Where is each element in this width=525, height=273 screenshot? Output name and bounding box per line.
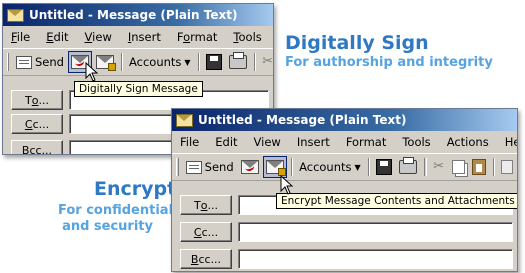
menu-format[interactable]: Format (169, 30, 226, 44)
envelope-icon (176, 113, 193, 127)
print-button[interactable] (226, 52, 250, 72)
toolbar-grip[interactable] (7, 53, 9, 71)
cc-button[interactable]: Cc... (180, 222, 232, 242)
toolbar-separator (120, 53, 123, 71)
send-label: Send (204, 160, 234, 174)
send-button[interactable]: Send (13, 52, 67, 72)
copy-icon (451, 160, 465, 174)
encrypt-heading: Encrypt (94, 178, 177, 200)
menu-edit[interactable]: Edit (38, 30, 76, 44)
print-button[interactable] (396, 157, 420, 177)
save-button[interactable] (203, 52, 225, 72)
digitally-sign-subheading: For authorship and integrity (285, 55, 493, 70)
window-title: Untitled - Message (Plain Text) (29, 8, 238, 22)
print-icon (228, 52, 247, 69)
chevron-down-icon: ▼ (354, 162, 361, 172)
menu-view[interactable]: View (77, 30, 120, 44)
menu-insert[interactable]: Insert (120, 30, 169, 44)
send-label: Send (35, 55, 64, 69)
print-icon (399, 157, 418, 174)
toolbar-separator (197, 53, 200, 71)
undo-button[interactable] (498, 157, 516, 177)
paste-icon (471, 159, 486, 175)
accounts-label: Accounts (299, 160, 352, 174)
menu-help[interactable]: Help (497, 135, 517, 149)
accounts-button[interactable]: Accounts ▼ (126, 52, 194, 72)
menu-bar: File Edit View Insert Format Tools A (3, 26, 273, 47)
standard-toolbar: Send Accounts ▼ ✂ (172, 153, 517, 181)
menu-edit[interactable]: Edit (207, 135, 245, 149)
toolbar-separator (492, 158, 495, 176)
toolbar-separator (290, 158, 294, 176)
mouse-cursor-icon (280, 175, 294, 195)
title-bar[interactable]: Untitled - Message (Plain Text) (172, 109, 517, 131)
window-title: Untitled - Message (Plain Text) (198, 113, 407, 127)
cut-icon: ✂ (262, 54, 274, 69)
title-bar[interactable]: Untitled - Message (Plain Text) (3, 4, 273, 26)
undo-icon (500, 160, 513, 174)
envelope-icon (7, 8, 24, 22)
send-icon (16, 55, 32, 69)
bcc-button[interactable]: Bcc... (180, 249, 232, 269)
message-window-encrypt: Untitled - Message (Plain Text) File Edi… (171, 108, 518, 272)
save-icon (376, 159, 393, 175)
encrypt-subheading-line2: and security (62, 219, 153, 234)
menu-insert[interactable]: Insert (289, 135, 338, 149)
menu-file[interactable]: File (3, 30, 38, 44)
accounts-label: Accounts (128, 55, 182, 69)
cc-row: Cc... (172, 220, 517, 244)
encrypt-message-icon (265, 160, 286, 176)
menu-file[interactable]: File (172, 135, 207, 149)
to-button[interactable]: To... (180, 195, 232, 215)
cc-field[interactable] (238, 222, 513, 242)
save-button[interactable] (373, 157, 395, 177)
to-button[interactable]: To... (11, 90, 63, 110)
paste-button[interactable] (469, 157, 489, 177)
encrypt-subheading-line1: For confidentiality (58, 203, 193, 218)
cut-icon: ✂ (433, 159, 444, 174)
copy-button[interactable] (449, 157, 468, 177)
sign-message-icon (240, 160, 259, 174)
menu-tools[interactable]: Tools (225, 30, 269, 44)
encrypt-tooltip: Encrypt Message Contents and Attachments (276, 193, 517, 209)
accounts-button[interactable]: Accounts ▼ (296, 157, 364, 177)
menu-actions[interactable]: Actions (439, 135, 497, 149)
mouse-cursor-icon (85, 62, 99, 82)
toolbar-grip[interactable] (176, 158, 179, 176)
standard-toolbar: Send Accounts ▼ ✂ (3, 48, 273, 76)
toolbar-separator (367, 158, 371, 176)
menu-format[interactable]: Format (338, 135, 395, 149)
bcc-row: Bcc... (172, 247, 517, 271)
send-icon (185, 160, 202, 174)
digitally-sign-heading: Digitally Sign (285, 32, 429, 54)
digitally-sign-button[interactable] (238, 157, 262, 177)
toolbar-separator (253, 53, 256, 71)
toolbar-separator (424, 158, 427, 176)
save-icon (205, 54, 222, 70)
menu-bar: File Edit View Insert Format Tools Actio… (172, 131, 517, 152)
bcc-button[interactable]: Bcc... (11, 140, 63, 154)
menu-actions-truncated[interactable]: A (270, 30, 273, 44)
cut-button[interactable]: ✂ (259, 52, 274, 72)
menu-view[interactable]: View (246, 135, 289, 149)
sign-tooltip: Digitally Sign Message (74, 81, 203, 97)
cc-button[interactable]: Cc... (11, 114, 63, 134)
cut-button[interactable]: ✂ (430, 157, 448, 177)
send-button[interactable]: Send (183, 157, 237, 177)
bcc-field[interactable] (238, 249, 513, 269)
chevron-down-icon: ▼ (184, 57, 191, 67)
menu-tools[interactable]: Tools (394, 135, 438, 149)
